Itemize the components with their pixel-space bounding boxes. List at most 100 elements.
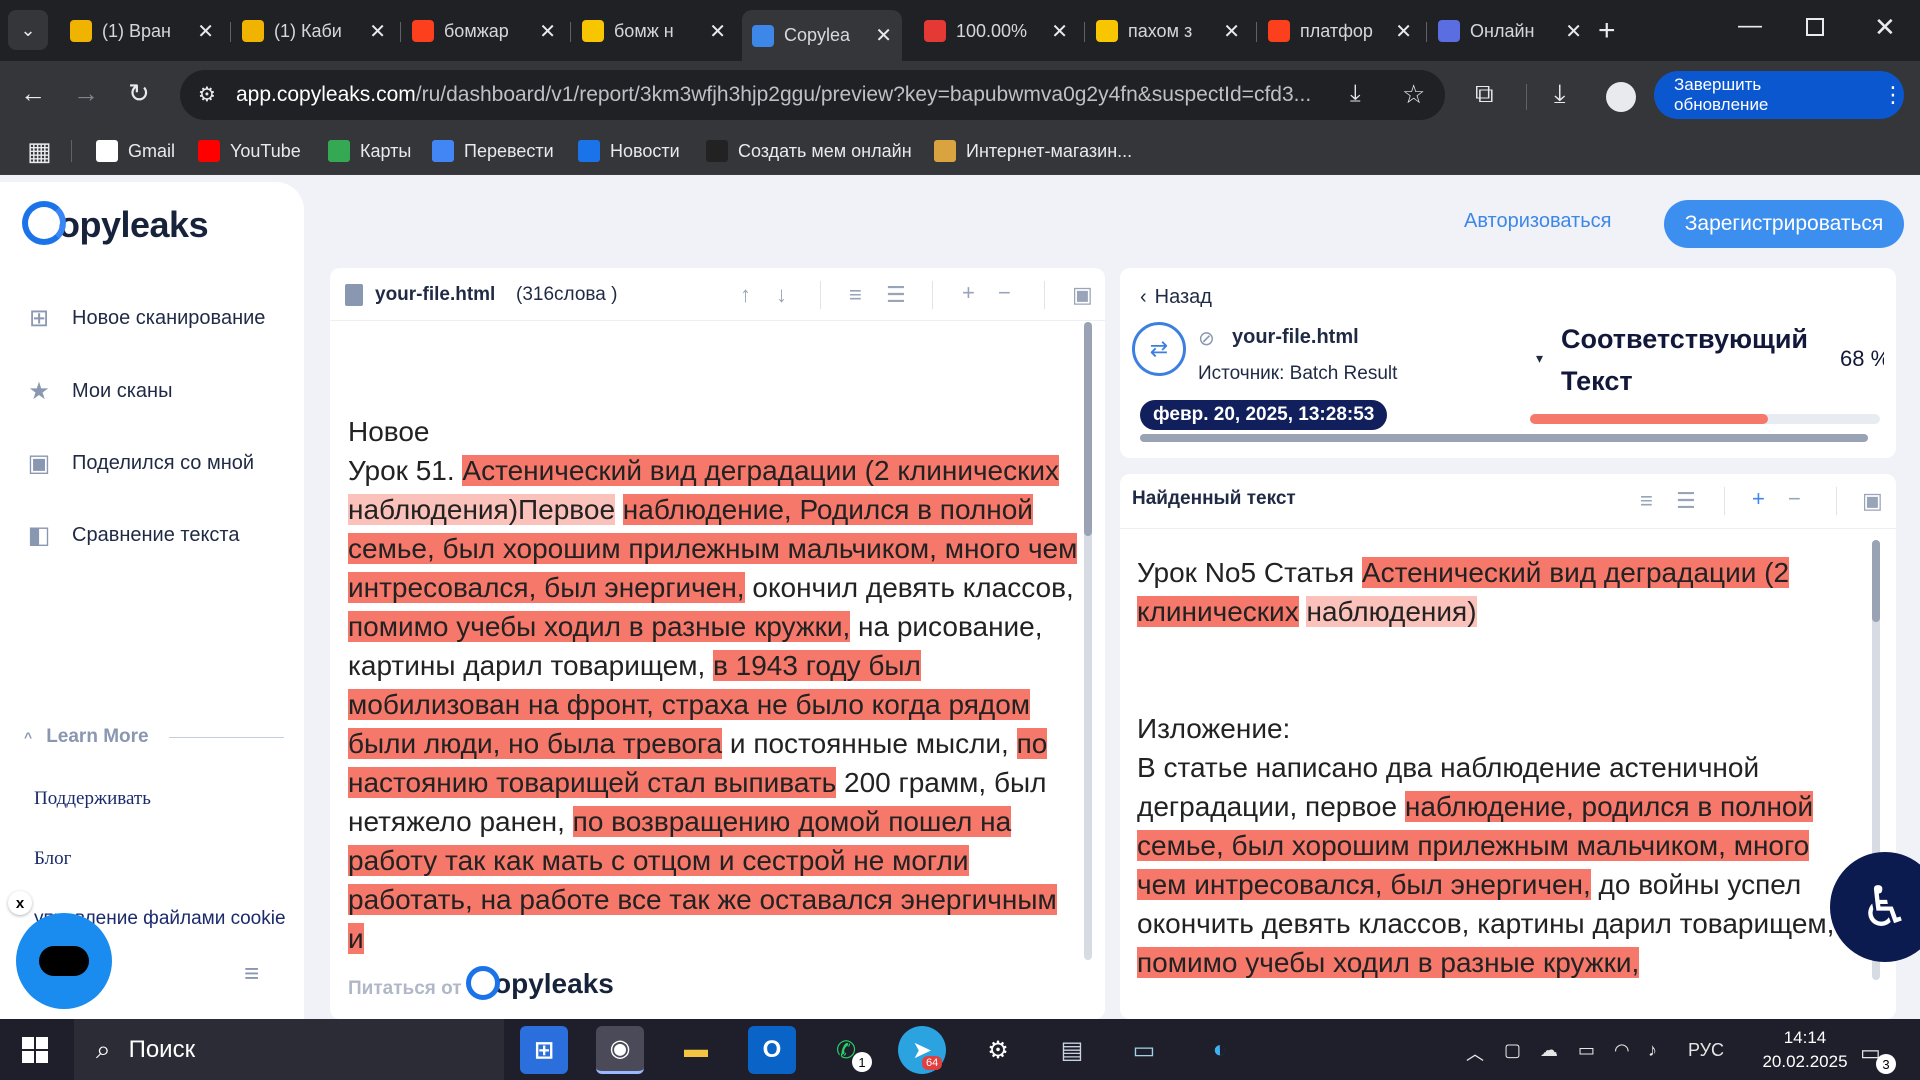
close-tab-icon[interactable]: ✕ bbox=[197, 19, 214, 44]
close-tab-icon[interactable]: ✕ bbox=[1395, 19, 1412, 44]
zoom-out-icon[interactable]: − bbox=[1788, 486, 1801, 512]
browser-tab[interactable]: пахом з ✕ bbox=[1086, 10, 1250, 52]
align-left-icon[interactable]: ≡ bbox=[1640, 488, 1653, 514]
tab-search-button[interactable]: ⌄ bbox=[8, 10, 48, 50]
chat-widget-button[interactable] bbox=[16, 913, 112, 1009]
browser-tab[interactable]: бомжар ✕ bbox=[402, 10, 566, 52]
close-tab-icon[interactable]: ✕ bbox=[1223, 19, 1240, 44]
browser-tab[interactable]: (1) Каби ✕ bbox=[232, 10, 396, 52]
align-justify-icon[interactable]: ☰ bbox=[1676, 488, 1696, 514]
nav-my-scans[interactable]: ★ Мои сканы bbox=[24, 371, 172, 411]
bookmark-item[interactable]: Перевести bbox=[432, 136, 554, 166]
browser-tab[interactable]: 100.00% ✕ bbox=[914, 10, 1078, 52]
image-view-icon[interactable]: ▣ bbox=[1072, 282, 1093, 308]
close-tab-icon[interactable]: ✕ bbox=[1051, 19, 1068, 44]
browser-tab[interactable]: Онлайн ✕ bbox=[1428, 10, 1592, 52]
learn-more-toggle[interactable]: ^ Learn More bbox=[24, 722, 284, 752]
close-window-button[interactable]: ✕ bbox=[1874, 12, 1896, 43]
taskbar-search[interactable]: ⌕ Поиск bbox=[74, 1019, 504, 1080]
microsoft-store-icon[interactable]: ⊞ bbox=[520, 1026, 568, 1074]
chrome-icon[interactable]: ◉ bbox=[596, 1026, 644, 1074]
close-tab-icon[interactable]: ✕ bbox=[1565, 19, 1582, 44]
meet-now-icon[interactable]: ▢ bbox=[1504, 1040, 1521, 1061]
update-button[interactable]: Завершить обновление ⋮ bbox=[1654, 71, 1904, 119]
blog-link[interactable]: Блог bbox=[34, 848, 71, 870]
install-app-icon[interactable]: ⤓ bbox=[1350, 80, 1361, 108]
close-tab-icon[interactable]: ✕ bbox=[539, 19, 556, 44]
battery-icon[interactable]: ▭ bbox=[1578, 1040, 1595, 1061]
new-scan-icon: ⊞ bbox=[28, 304, 50, 332]
address-bar[interactable]: ⚙ app.copyleaks.com/ru/dashboard/v1/repo… bbox=[180, 70, 1445, 120]
apps-grid-icon[interactable]: ▦ bbox=[27, 136, 52, 167]
bookmark-item[interactable]: Интернет-магазин... bbox=[934, 136, 1132, 166]
back-link[interactable]: ‹ Назад bbox=[1140, 286, 1212, 309]
support-link[interactable]: Поддерживать bbox=[34, 788, 151, 810]
nav-text-compare[interactable]: ◧ Сравнение текста bbox=[24, 515, 240, 555]
menu-kebab-icon[interactable]: ⋮ bbox=[1882, 82, 1904, 108]
clock[interactable]: 14:14 20.02.2025 bbox=[1760, 1026, 1850, 1074]
nav-compare-label: Сравнение текста bbox=[72, 523, 240, 546]
nav-new-scan[interactable]: ⊞ Новое сканирование bbox=[24, 298, 265, 338]
bookmark-item[interactable]: YouTube bbox=[198, 136, 301, 166]
close-tab-icon[interactable]: ✕ bbox=[875, 23, 892, 48]
bookmark-item[interactable]: Gmail bbox=[96, 136, 175, 166]
right-scrollbar-thumb[interactable] bbox=[1872, 540, 1880, 622]
browser-tab[interactable]: бомж н ✕ bbox=[572, 10, 736, 52]
language-indicator[interactable]: РУС bbox=[1688, 1040, 1724, 1061]
file-explorer-icon[interactable]: ▬ bbox=[672, 1026, 720, 1074]
minimize-button[interactable]: — bbox=[1738, 12, 1762, 40]
left-scrollbar-thumb[interactable] bbox=[1084, 322, 1092, 536]
bookmark-star-icon[interactable]: ☆ bbox=[1402, 79, 1425, 110]
zoom-out-icon[interactable]: − bbox=[998, 280, 1011, 306]
forward-arrow-icon[interactable]: → bbox=[73, 80, 99, 106]
settings-gear-icon[interactable]: ⚙ bbox=[974, 1026, 1022, 1074]
login-link[interactable]: Авторизоваться bbox=[1464, 210, 1611, 233]
extensions-icon[interactable]: ⧉ bbox=[1475, 80, 1494, 106]
outlook-icon[interactable]: O bbox=[748, 1026, 796, 1074]
reload-icon[interactable]: ↻ bbox=[128, 80, 150, 106]
zoom-in-icon[interactable]: + bbox=[1752, 486, 1765, 512]
learn-more-divider bbox=[168, 736, 284, 738]
bookmark-item[interactable]: Создать мем онлайн bbox=[706, 136, 912, 166]
footer-copyleaks-logo[interactable]: opyleaks bbox=[466, 965, 614, 1003]
edge-icon[interactable]: ◐ bbox=[1196, 1026, 1244, 1074]
browser-tab[interactable]: платфор ✕ bbox=[1258, 10, 1422, 52]
volume-icon[interactable]: ♪ bbox=[1648, 1040, 1657, 1061]
right-top-hscrollbar[interactable] bbox=[1140, 434, 1868, 442]
dropdown-caret-icon[interactable]: ▾ bbox=[1536, 350, 1543, 367]
notepad-icon[interactable]: ▭ bbox=[1120, 1026, 1168, 1074]
copyleaks-logo[interactable]: opyleaks bbox=[22, 201, 209, 249]
align-left-icon[interactable]: ≡ bbox=[849, 282, 862, 308]
site-info-icon[interactable]: ⚙ bbox=[198, 82, 216, 107]
news-icon bbox=[578, 140, 600, 162]
browser-tab[interactable]: (1) Вран ✕ bbox=[60, 10, 224, 52]
restore-button[interactable] bbox=[1806, 18, 1824, 36]
nav-shared-with-me[interactable]: ▣ Поделился со мной bbox=[24, 443, 254, 483]
wifi-icon[interactable]: ◠ bbox=[1614, 1040, 1630, 1061]
browser-tab[interactable]: Copylea ✕ bbox=[742, 10, 902, 61]
found-document-text: Урок No5 Статья Астенический вид деграда… bbox=[1137, 557, 1835, 978]
bookmark-item[interactable]: Карты bbox=[328, 136, 411, 166]
youtube-icon bbox=[198, 140, 220, 162]
close-tab-icon[interactable]: ✕ bbox=[709, 19, 726, 44]
next-match-icon[interactable]: ↓ bbox=[776, 282, 787, 308]
zoom-in-icon[interactable]: + bbox=[962, 280, 975, 306]
downloads-icon[interactable]: ⤓ bbox=[1554, 80, 1566, 106]
close-chat-icon[interactable]: x bbox=[8, 891, 32, 915]
onedrive-icon[interactable]: ☁ bbox=[1540, 1040, 1558, 1061]
tray-overflow-icon[interactable]: ︿ bbox=[1466, 1040, 1484, 1066]
close-tab-icon[interactable]: ✕ bbox=[369, 19, 386, 44]
profile-avatar[interactable] bbox=[1606, 82, 1636, 112]
new-tab-button[interactable]: + bbox=[1598, 14, 1616, 48]
task-manager-icon[interactable]: ▤ bbox=[1048, 1026, 1096, 1074]
folder-star-icon: ★ bbox=[28, 377, 50, 405]
start-windows-icon[interactable] bbox=[22, 1037, 48, 1063]
bookmark-item[interactable]: Новости bbox=[578, 136, 680, 166]
register-button[interactable]: Зарегистрироваться bbox=[1664, 200, 1904, 248]
collapse-menu-icon[interactable]: ≡ bbox=[244, 958, 259, 989]
image-view-icon[interactable]: ▣ bbox=[1862, 488, 1883, 514]
back-arrow-icon[interactable]: ← bbox=[20, 80, 46, 106]
align-justify-icon[interactable]: ☰ bbox=[886, 282, 906, 308]
prev-match-icon[interactable]: ↑ bbox=[740, 282, 751, 308]
word-count: (316слова ) bbox=[516, 284, 618, 305]
